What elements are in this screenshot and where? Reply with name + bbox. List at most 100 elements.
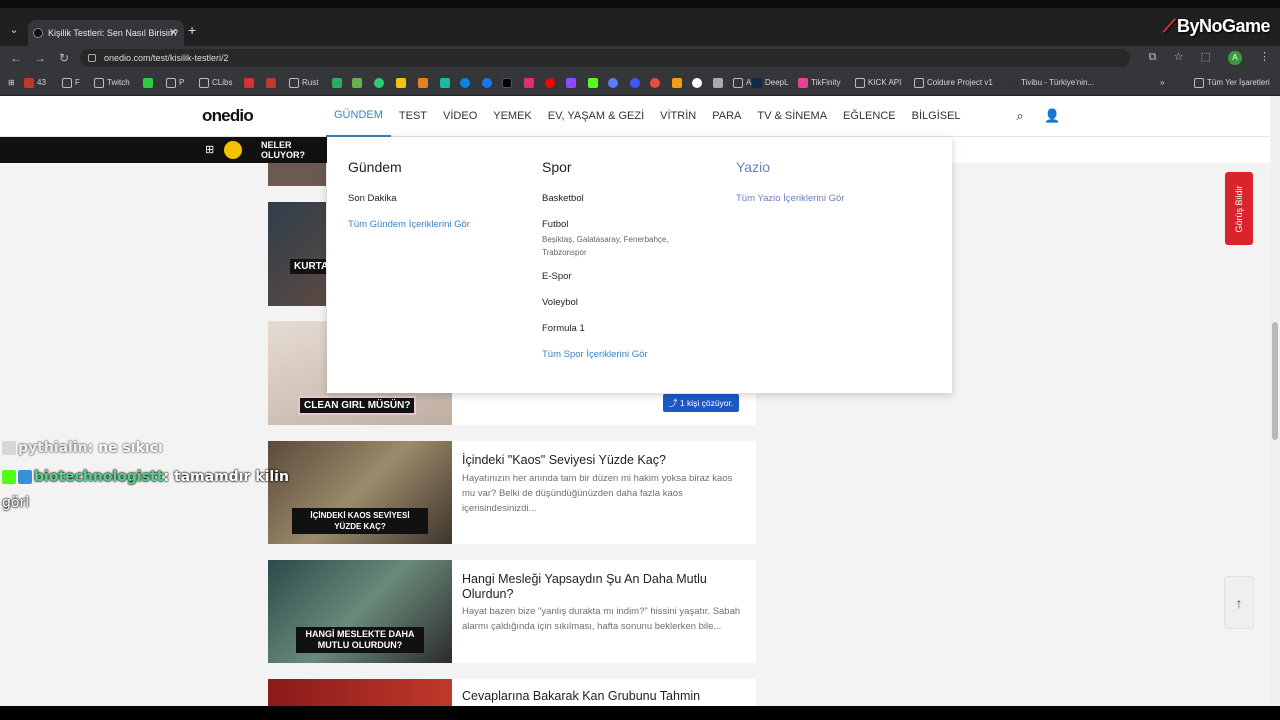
install-icon[interactable]: ⧉ — [1149, 51, 1157, 63]
bookmark-icon-2[interactable] — [352, 76, 365, 90]
bookmark-kick-api[interactable]: KICK API — [855, 76, 901, 90]
page-scrollbar[interactable] — [1270, 96, 1280, 706]
bookmark-icon-11[interactable] — [672, 76, 685, 90]
site-info-icon[interactable] — [88, 54, 96, 62]
bookmark-all[interactable]: Tüm Yer İşaretleri — [1194, 76, 1270, 90]
bookmark-tikfinity[interactable]: TikFinity — [798, 76, 840, 90]
futbol-subteams[interactable]: Beşiktaş, Galatasaray, Fenerbahçe, Trabz… — [542, 233, 692, 259]
bookmark-icon-1[interactable] — [332, 76, 345, 90]
bookmark-coldure[interactable]: Coldure Project v1 — [914, 76, 993, 90]
youtube-icon[interactable] — [545, 76, 558, 90]
nav-tv-sinema[interactable]: TV & SİNEMA — [749, 96, 835, 137]
search-icon[interactable]: ⌕ — [1012, 108, 1028, 124]
column-title[interactable]: Yazio — [736, 159, 916, 175]
bookmark-icon-12[interactable] — [713, 76, 726, 90]
address-bar[interactable]: onedio.com/test/kisilik-testleri/2 — [80, 49, 1130, 67]
bookmark-icon-4[interactable] — [396, 76, 409, 90]
menu-link-voleybol[interactable]: Voleybol — [542, 297, 722, 308]
bookmark-43[interactable]: 43 — [24, 76, 46, 90]
github-icon[interactable] — [692, 76, 705, 90]
bookmark-icon-5[interactable] — [418, 76, 431, 90]
chat-badge-icon — [2, 441, 16, 455]
column-title[interactable]: Gündem — [348, 159, 528, 175]
card-title[interactable]: İçindeki "Kaos" Seviyesi Yüzde Kaç? — [462, 453, 746, 468]
card-thumbnail: İÇİNDEKİ KAOS SEVİYESİ YÜZDE KAÇ? — [268, 441, 452, 544]
feedback-button[interactable]: Görüş Bildir — [1225, 172, 1253, 245]
thumbnail-label: HANGİ MESLEKTE DAHA MUTLU OLURDUN? — [296, 627, 424, 653]
card-title[interactable]: Hangi Mesleği Yapsaydın Şu An Daha Mutlu… — [462, 572, 746, 602]
bookmark-icon-7[interactable] — [460, 76, 473, 90]
scroll-to-top-button[interactable]: ↑ — [1224, 576, 1254, 629]
menu-link-futbol[interactable]: Futbol — [542, 219, 722, 230]
bookmark-icon-8[interactable] — [608, 76, 621, 90]
bookmark-icon-6[interactable] — [440, 76, 453, 90]
bookmark-green[interactable] — [143, 76, 156, 90]
column-title[interactable]: Spor — [542, 159, 722, 175]
bookmark-clibs[interactable]: CLibs — [199, 76, 232, 90]
nav-test[interactable]: TEST — [391, 96, 435, 137]
menu-link-all-yazio[interactable]: Tüm Yazio İçeriklerini Gör — [736, 193, 916, 204]
nav-para[interactable]: PARA — [704, 96, 749, 137]
browser-menu-icon[interactable]: ⋮ — [1259, 51, 1270, 63]
forward-icon[interactable]: → — [32, 50, 48, 66]
bookmark-twitch[interactable]: Twitch — [94, 76, 130, 90]
tab-search-icon[interactable]: ⌄ — [6, 22, 22, 38]
new-tab-icon[interactable]: + — [188, 22, 196, 38]
nav-yemek[interactable]: YEMEK — [485, 96, 540, 137]
bookmark-red2[interactable] — [266, 76, 279, 90]
menu-link-son-dakika[interactable]: Son Dakika — [348, 193, 528, 204]
nav-gundem[interactable]: GÜNDEM — [326, 96, 391, 137]
card-description: Hayat bazen bize "yanlış durakta mı indi… — [462, 606, 741, 632]
bookmark-icon-3[interactable] — [374, 76, 387, 90]
menu-link-basketbol[interactable]: Basketbol — [542, 193, 722, 204]
kick-badge-icon — [2, 470, 16, 484]
tab-close-icon[interactable]: ✕ — [169, 20, 178, 46]
menu-link-all-spor[interactable]: Tüm Spor İçeriklerini Gör — [542, 349, 722, 360]
bookmark-star-icon[interactable]: ☆ — [1174, 51, 1184, 63]
nav-bilgisel[interactable]: BİLGİSEL — [904, 96, 969, 137]
reload-icon[interactable]: ↻ — [56, 50, 72, 66]
apps-icon[interactable]: ⊞ — [8, 76, 15, 90]
chat-message-continuation: görl — [2, 495, 30, 511]
bookmark-f[interactable]: F — [62, 76, 80, 90]
bookmark-icon-9[interactable] — [630, 76, 643, 90]
bookmark-deepl[interactable]: DeepL — [752, 76, 789, 90]
bookmark-ai[interactable]: AI — [733, 76, 754, 90]
list-item[interactable]: HANGİ MESLEKTE DAHA MUTLU OLURDUN? Hangi… — [268, 560, 756, 663]
menu-link-all-gundem[interactable]: Tüm Gündem İçeriklerini Gör — [348, 219, 528, 230]
twitch-icon[interactable] — [566, 76, 579, 90]
bynogame-overlay-logo: ⟋ ByNoGame — [1162, 16, 1271, 36]
grid-icon[interactable]: ⊞ — [205, 143, 214, 156]
bookmark-red1[interactable] — [244, 76, 257, 90]
nav-vitrin[interactable]: VİTRİN — [652, 96, 704, 137]
kick-icon[interactable] — [588, 76, 601, 90]
profile-avatar[interactable]: A — [1227, 51, 1242, 65]
instagram-icon[interactable] — [524, 76, 537, 90]
chat-message: pythialin: ne sıkıcı — [2, 440, 163, 456]
scrollbar-thumb[interactable] — [1272, 322, 1278, 440]
bookmarks-bar: ⊞ 43 F Twitch P CLibs Rust AI DeepL TikF… — [0, 70, 1280, 96]
menu-link-espor[interactable]: E-Spor — [542, 271, 722, 282]
card-title[interactable]: Cevaplarına Bakarak Kan Grubunu Tahmin — [462, 689, 746, 704]
news-icon[interactable] — [224, 141, 242, 159]
nav-video[interactable]: VİDEO — [435, 96, 485, 137]
bookmark-rust[interactable]: Rust — [289, 76, 318, 90]
user-icon[interactable]: 👤 — [1044, 108, 1060, 124]
list-item[interactable]: Cevaplarına Bakarak Kan Grubunu Tahmin — [268, 679, 756, 706]
bookmark-p[interactable]: P — [166, 76, 184, 90]
bookmarks-overflow-icon[interactable]: » — [1160, 76, 1164, 90]
list-item[interactable]: İÇİNDEKİ KAOS SEVİYESİ YÜZDE KAÇ? İçinde… — [268, 441, 756, 544]
onedio-logo[interactable]: onedio — [202, 106, 254, 126]
thumbnail-label: KURTA — [290, 259, 326, 274]
tiktok-icon[interactable] — [502, 76, 515, 90]
back-icon[interactable]: ← — [8, 50, 24, 66]
bookmark-icon-10[interactable] — [650, 76, 663, 90]
nav-ev-yasam-gezi[interactable]: EV, YAŞAM & GEZİ — [540, 96, 652, 137]
menu-link-formula-1[interactable]: Formula 1 — [542, 323, 722, 334]
browser-tab-active[interactable]: Kişilik Testleri: Sen Nasıl Birisin? ✕ — [28, 20, 184, 46]
extensions-icon[interactable]: ⬚ — [1200, 51, 1210, 63]
nav-eglence[interactable]: EĞLENCE — [835, 96, 904, 137]
facebook-icon[interactable] — [482, 76, 495, 90]
bookmark-tivibu[interactable]: Tivibu - Türkiye'nin... — [1008, 76, 1094, 90]
neler-oluyor-label[interactable]: NELER OLUYOR? — [261, 140, 305, 160]
